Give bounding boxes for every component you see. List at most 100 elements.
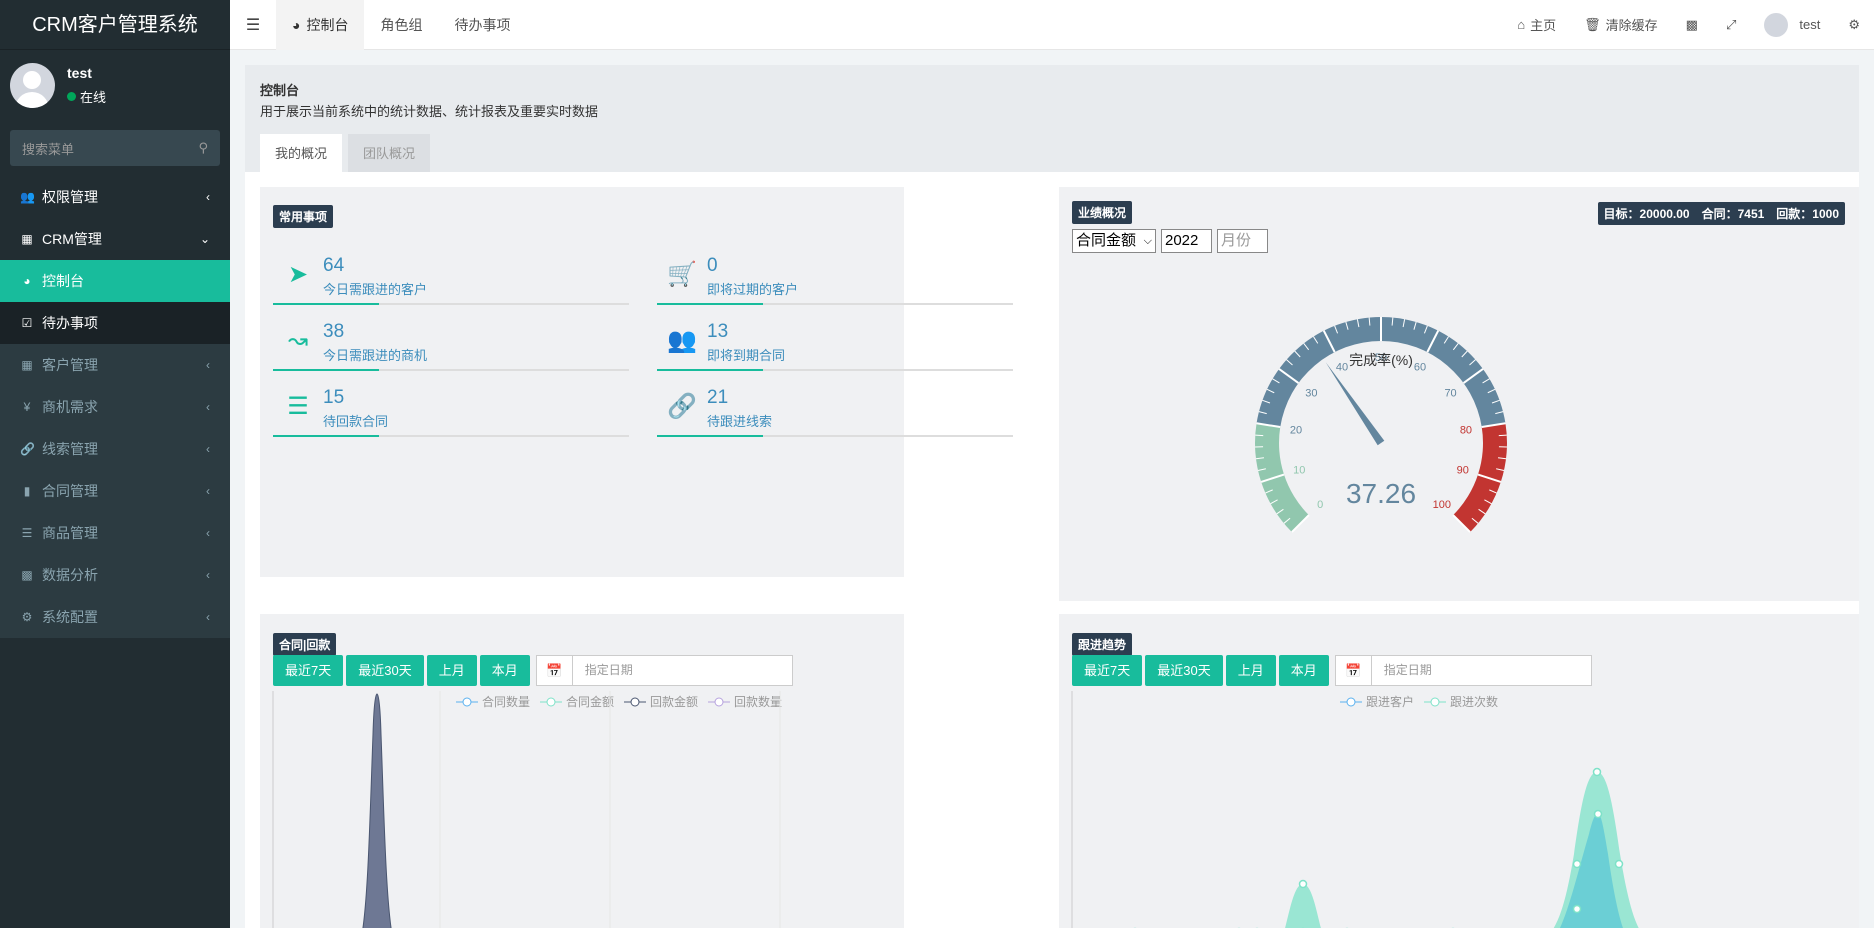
gauge-tick-label: 40 <box>1336 361 1348 373</box>
data-point[interactable] <box>1572 904 1582 914</box>
gauge-tick <box>1255 434 1264 437</box>
data-point[interactable] <box>1572 859 1582 869</box>
contract-payment-box: 合同|回款 最近7天 最近30天 上月 本月 📅 指定日期 合同数量 合同金额 回… <box>260 614 904 928</box>
data-point[interactable] <box>1593 809 1603 819</box>
chevron-left-icon: ‹ <box>206 190 210 204</box>
stat-item[interactable]: ➤ 64 今日需跟进的客户 <box>273 251 629 305</box>
gauge-tick-label: 80 <box>1460 425 1472 437</box>
stat-item[interactable]: 🛒 0 即将过期的客户 <box>657 251 1013 305</box>
stat-label: 即将到期合同 <box>707 348 786 363</box>
user-menu[interactable]: test <box>1750 12 1834 37</box>
yen-icon: ¥ <box>23 400 31 414</box>
chevron-left-icon: ‹ <box>206 442 210 456</box>
gauge-title: 完成率(%) <box>1349 352 1413 368</box>
payment-amount-series <box>362 693 392 928</box>
language-icon[interactable]: ▩ <box>1672 17 1712 33</box>
stat-item[interactable]: 🔗 21 待跟进线索 <box>657 383 1013 437</box>
gauge-tick-label: 20 <box>1290 425 1302 437</box>
stat-label: 待跟进线索 <box>707 414 773 429</box>
sidebar-item-crm[interactable]: ▦ CRM管理 ⌄ <box>0 218 230 260</box>
sidebar-item-todo[interactable]: ☑ 待办事项 <box>0 302 230 344</box>
page-header: 控制台 用于展示当前系统中的统计数据、统计报表及重要实时数据 我的概况 团队概况 <box>245 65 1859 174</box>
sidebar-item-permissions[interactable]: 👥 权限管理 ‹ <box>0 176 230 218</box>
data-point[interactable] <box>1298 879 1308 889</box>
avatar <box>10 62 55 108</box>
search-icon[interactable]: ⚲ <box>198 140 208 156</box>
stat-label: 待回款合同 <box>323 414 389 429</box>
tab-role-group[interactable]: 角色组 <box>364 0 438 50</box>
stat-label: 今日需跟进的客户 <box>323 282 428 297</box>
chevron-left-icon: ‹ <box>206 484 210 498</box>
sidebar-item-label: 权限管理 <box>42 189 98 205</box>
main-content: 控制台 用于展示当前系统中的统计数据、统计报表及重要实时数据 我的概况 团队概况… <box>230 50 1874 928</box>
sidebar-item-analytics[interactable]: ▩ 数据分析 ‹ <box>0 554 230 596</box>
common-items-title: 常用事项 <box>273 205 334 228</box>
chevron-left-icon: ‹ <box>206 358 210 372</box>
performance-box: 业绩概况 目标：20000.00 合同：7451 回款：1000 合同金额 ⌵ 2… <box>1059 187 1859 601</box>
link-icon: 🔗 <box>20 442 35 456</box>
avatar <box>1764 12 1789 37</box>
stat-number: 21 <box>707 387 729 408</box>
sidebar-item-products[interactable]: ☰ 商品管理 ‹ <box>0 512 230 554</box>
line-chart-icon: ↝ <box>287 326 309 354</box>
gauge-tick-label: 10 <box>1293 465 1305 477</box>
gauge-value: 37.26 <box>1346 478 1416 509</box>
sidebar-item-leads[interactable]: 🔗 线索管理 ‹ <box>0 428 230 470</box>
app-logo[interactable]: CRM客户管理系统 <box>0 0 230 50</box>
id-card-icon: ▦ <box>21 232 33 246</box>
followup-trend-box: 跟进趋势 最近7天 最近30天 上月 本月 📅 指定日期 跟进客户 跟进次数 <box>1059 614 1859 928</box>
stat-item[interactable]: ☰ 15 待回款合同 <box>273 383 629 437</box>
followup-chart <box>1071 691 1639 928</box>
stat-number: 38 <box>323 321 345 342</box>
sidebar-item-settings[interactable]: ⚙ 系统配置 ‹ <box>0 596 230 638</box>
gauge-tick-label: 30 <box>1305 387 1317 399</box>
user-panel: test 在线 <box>0 50 230 120</box>
user-status: 在线 <box>67 87 106 106</box>
fullscreen-icon[interactable]: ⤢ <box>1712 17 1750 33</box>
gauge-tick-label: 0 <box>1317 499 1323 511</box>
sidebar-item-dashboard[interactable]: ◕ 控制台 <box>0 260 230 302</box>
chevron-left-icon: ‹ <box>206 400 210 414</box>
menu-toggle-icon[interactable]: ☰ <box>230 0 276 50</box>
stat-number: 64 <box>323 255 345 276</box>
bookmark-icon: ▮ <box>23 484 31 498</box>
sidebar-item-label: 待办事项 <box>42 315 98 331</box>
clear-cache-button[interactable]: 🗑 清除缓存 <box>1570 15 1672 34</box>
user-name: test <box>67 64 92 81</box>
topbar: ☰ ◕ 控制台 角色组 待办事项 ⌂ 主页 🗑 清除缓存 ▩ ⤢ test ⚙ <box>230 0 1874 50</box>
tab-dashboard[interactable]: ◕ 控制台 <box>276 0 365 50</box>
data-point[interactable] <box>1614 859 1624 869</box>
gauge-tick <box>1498 434 1507 437</box>
sidebar-item-label: CRM管理 <box>42 231 102 247</box>
control-sidebar-icon[interactable]: ⚙ <box>1834 17 1874 33</box>
search-input[interactable]: 搜索菜单 ⚲ <box>10 130 220 166</box>
calendar-check-icon: ☑ <box>21 316 33 330</box>
stat-label: 即将过期的客户 <box>707 282 799 297</box>
tab-team-overview[interactable]: 团队概况 <box>348 134 431 174</box>
gauge-pointer <box>1325 362 1385 446</box>
home-link[interactable]: ⌂ 主页 <box>1503 15 1570 34</box>
sidebar-item-contracts[interactable]: ▮ 合同管理 ‹ <box>0 470 230 512</box>
cogs-icon: ⚙ <box>21 610 33 624</box>
list-icon: ☰ <box>21 526 33 540</box>
tab-my-overview[interactable]: 我的概况 <box>260 134 343 174</box>
stat-item[interactable]: 👥 13 即将到期合同 <box>657 317 1013 371</box>
sidebar-item-label: 线索管理 <box>42 441 98 457</box>
chevron-left-icon: ‹ <box>206 610 210 624</box>
sidebar-item-label: 商机需求 <box>42 399 98 415</box>
link-icon: 🔗 <box>667 392 697 420</box>
user-menu-label: test <box>1799 17 1821 32</box>
stat-item[interactable]: ↝ 38 今日需跟进的商机 <box>273 317 629 371</box>
dashboard-icon: ◕ <box>23 274 31 288</box>
sidebar-item-label: 客户管理 <box>42 357 98 373</box>
common-items-box: 常用事项 ➤ 64 今日需跟进的客户 🛒 0 即将过期的客户 ↝ 38 今日需跟进的商机 👥… <box>260 187 1013 577</box>
gauge-tick-label: 70 <box>1444 387 1456 399</box>
completion-gauge: 0102030405060708090100完成率(%)37.26 <box>1255 316 1507 533</box>
trash-icon: 🗑 <box>1584 16 1601 32</box>
gauge-band-high <box>1453 423 1507 533</box>
page-description: 用于展示当前系统中的统计数据、统计报表及重要实时数据 <box>260 104 599 119</box>
sidebar-item-opportunities[interactable]: ¥ 商机需求 ‹ <box>0 386 230 428</box>
sidebar-item-customers[interactable]: ▦ 客户管理 ‹ <box>0 344 230 386</box>
tab-todo[interactable]: 待办事项 <box>438 0 526 50</box>
data-point[interactable] <box>1592 767 1602 777</box>
